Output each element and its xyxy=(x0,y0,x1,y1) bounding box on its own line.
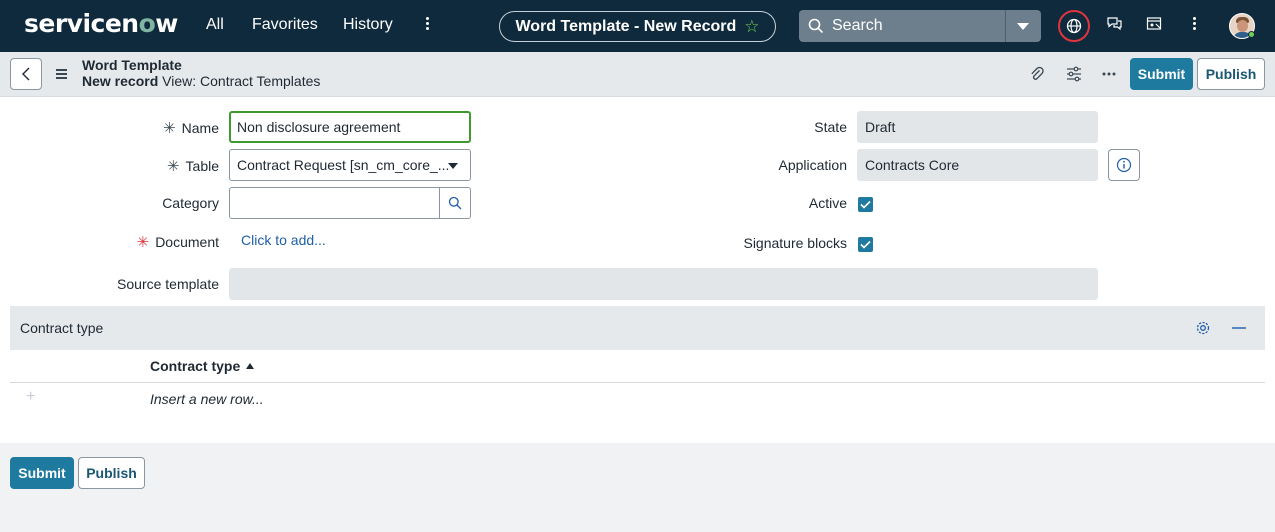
category-label: Category xyxy=(162,195,219,211)
name-label: ✳ Name xyxy=(163,120,219,137)
nav-all[interactable]: All xyxy=(206,16,224,34)
related-list-title: Contract type xyxy=(20,320,104,336)
application-label: Application xyxy=(778,157,848,173)
top-navigation: servicenow All Favorites History Word Te… xyxy=(0,0,1275,52)
chat-icon[interactable] xyxy=(1106,16,1123,32)
table-label: ✳ Table xyxy=(166,158,219,175)
collapse-icon[interactable] xyxy=(1232,327,1246,329)
state-label: State xyxy=(814,119,847,135)
search-input[interactable]: Search xyxy=(832,17,883,35)
nav-favorites[interactable]: Favorites xyxy=(252,16,318,34)
gear-icon[interactable] xyxy=(1195,320,1211,336)
column-header-contract-type[interactable]: Contract type xyxy=(150,358,255,374)
source-template-label: Source template xyxy=(117,276,219,292)
name-field[interactable]: Non disclosure agreement xyxy=(229,111,471,143)
publish-button[interactable]: Publish xyxy=(1197,58,1265,90)
mandatory-indicator-icon: ✳ xyxy=(163,120,176,137)
chevron-down-icon xyxy=(448,163,458,169)
attachment-icon[interactable] xyxy=(1030,66,1044,83)
signature-blocks-label: Signature blocks xyxy=(743,235,847,251)
record-title: Word Template - New Record xyxy=(515,17,737,35)
view-label[interactable]: View: Contract Templates xyxy=(162,73,320,89)
insert-new-row[interactable]: Insert a new row... xyxy=(150,391,264,407)
nav-more-icon[interactable] xyxy=(423,15,431,37)
search-scope-dropdown-icon[interactable] xyxy=(1017,23,1029,30)
checkmark-icon xyxy=(860,200,871,209)
global-search[interactable]: Search xyxy=(799,10,1041,42)
checkmark-icon xyxy=(860,240,871,249)
chevron-left-icon xyxy=(22,67,30,81)
servicenow-logo[interactable]: servicenow xyxy=(24,9,178,38)
category-lookup-button[interactable] xyxy=(439,187,471,219)
record-title-pill[interactable]: Word Template - New Record ☆ xyxy=(499,11,776,42)
state-field: Draft xyxy=(857,111,1098,143)
info-icon xyxy=(1116,157,1132,173)
table-select[interactable]: Contract Request [sn_cm_core_... xyxy=(229,149,471,181)
mandatory-indicator-icon: ✳ xyxy=(166,158,180,175)
source-template-field[interactable] xyxy=(229,268,1098,300)
globe-icon[interactable] xyxy=(1058,10,1090,42)
form-subtitle: New record View: Contract Templates xyxy=(82,73,320,89)
related-list-header: Contract type xyxy=(10,306,1265,350)
mandatory-indicator-icon: ✳ xyxy=(136,234,150,251)
footer-submit-button[interactable]: Submit xyxy=(10,457,74,489)
active-checkbox[interactable] xyxy=(858,197,873,212)
sort-ascending-icon xyxy=(246,363,255,369)
document-label: ✳ Document xyxy=(136,234,219,251)
form-body: ✳ Name Non disclosure agreement ✳ Table Co… xyxy=(0,97,1275,443)
submit-button[interactable]: Submit xyxy=(1130,58,1193,90)
more-options-icon[interactable] xyxy=(1190,15,1198,37)
presence-status-icon xyxy=(1248,31,1255,38)
document-add-link[interactable]: Click to add... xyxy=(241,232,326,248)
category-field[interactable] xyxy=(229,187,440,219)
impersonate-icon[interactable] xyxy=(1146,16,1163,32)
form-header: Word Template New record View: Contract … xyxy=(0,52,1275,97)
footer-publish-button[interactable]: Publish xyxy=(78,457,145,489)
personalize-form-icon[interactable] xyxy=(1066,66,1082,82)
favorite-star-icon[interactable]: ☆ xyxy=(744,17,759,37)
form-menu-icon[interactable] xyxy=(56,69,67,81)
active-label: Active xyxy=(808,195,847,211)
table-select-value: Contract Request [sn_cm_core_... xyxy=(237,157,450,173)
application-field: Contracts Core xyxy=(857,149,1098,181)
add-row-icon[interactable]: + xyxy=(26,388,35,406)
nav-history[interactable]: History xyxy=(343,16,393,34)
record-state: New record xyxy=(82,73,159,89)
back-button[interactable] xyxy=(10,58,42,90)
search-icon xyxy=(448,196,462,210)
application-info-button[interactable] xyxy=(1108,149,1140,181)
more-actions-icon[interactable] xyxy=(1102,72,1116,76)
form-table-name: Word Template xyxy=(82,57,182,73)
signature-blocks-checkbox[interactable] xyxy=(858,237,873,252)
search-icon xyxy=(808,18,824,34)
